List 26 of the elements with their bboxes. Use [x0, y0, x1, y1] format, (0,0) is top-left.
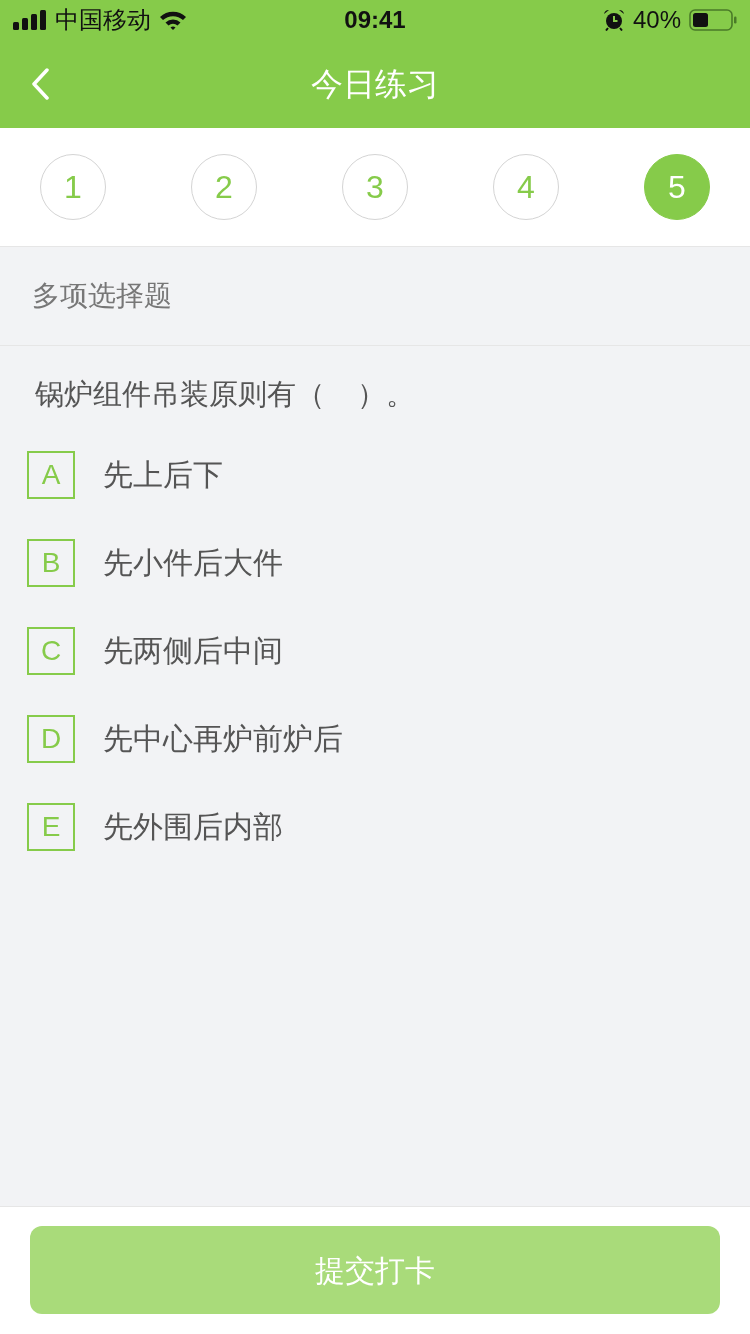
option-text[interactable]: 先上后下	[103, 460, 223, 490]
option-letter-box[interactable]: A	[27, 451, 75, 499]
question-number-tab[interactable]: 2	[191, 154, 257, 220]
question-number-tab[interactable]: 3	[342, 154, 408, 220]
option-text[interactable]: 先小件后大件	[103, 548, 283, 578]
option-text[interactable]: 先外围后内部	[103, 812, 283, 842]
option-text[interactable]: 先中心再炉前炉后	[103, 724, 343, 754]
option-letter-box[interactable]: B	[27, 539, 75, 587]
carrier-name: 中国移动	[55, 8, 151, 32]
back-chevron-icon	[31, 68, 49, 100]
question-number-tab[interactable]: 4	[493, 154, 559, 220]
battery-percent: 40%	[632, 8, 681, 32]
option-text[interactable]: 先两侧后中间	[103, 636, 283, 666]
question-type-label: 多项选择题	[32, 282, 172, 310]
battery-icon	[689, 9, 737, 31]
status-time: 09:41	[344, 8, 406, 32]
question-number-tab[interactable]: 1	[40, 154, 106, 220]
page-title: 今日练习	[311, 68, 439, 100]
question-number-tab[interactable]: 5	[644, 154, 710, 220]
wifi-icon	[159, 10, 187, 30]
option-letter-box[interactable]: C	[27, 627, 75, 675]
option-letter-box[interactable]: E	[27, 803, 75, 851]
alarm-clock-icon	[602, 9, 625, 31]
option-letter-box[interactable]: D	[27, 715, 75, 763]
question-text: 锅炉组件吊装原则有（ ）。	[35, 378, 416, 410]
signal-icon	[13, 10, 47, 30]
